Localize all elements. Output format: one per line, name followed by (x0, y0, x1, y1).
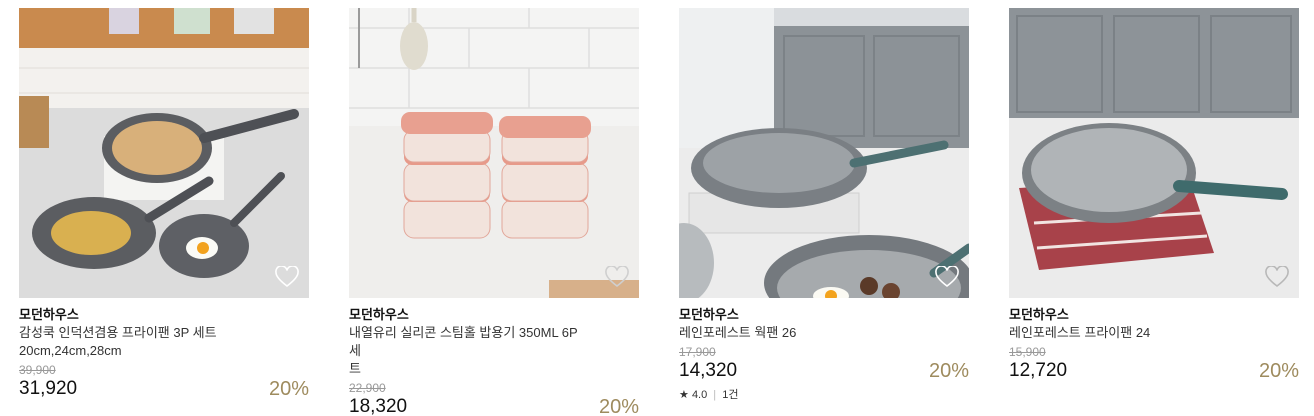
product-name-line[interactable]: 감성쿡 인덕션겸용 프라이팬 3P 세트 (19, 324, 259, 342)
product-name-line[interactable]: 트 (349, 360, 589, 378)
product-info: 모던하우스 레인포레스트 프라이팬 24 15,900 12,720 20% (1009, 298, 1299, 383)
product-card[interactable]: 모던하우스 내열유리 실리콘 스팀홀 밥용기 350ML 6P세 트 22,90… (349, 8, 639, 416)
wishlist-heart-icon[interactable] (1265, 266, 1289, 288)
price-row: 14,320 20% (679, 359, 969, 383)
price-row: 18,320 20% (349, 395, 639, 416)
sale-price: 12,720 (1009, 360, 1068, 381)
price-row: 12,720 20% (1009, 359, 1299, 383)
brand-name: 모던하우스 (19, 307, 79, 322)
frying-pan-photo (1009, 8, 1299, 298)
sale-price: 14,320 (679, 360, 738, 381)
brand-name: 모던하우스 (679, 307, 739, 322)
product-image[interactable] (1009, 8, 1299, 298)
star-icon: ★ (679, 389, 689, 401)
product-info: 모던하우스 내열유리 실리콘 스팀홀 밥용기 350ML 6P세 트 22,90… (349, 298, 639, 416)
product-card[interactable]: 모던하우스 레인포레스트 웍팬 26 17,900 14,320 20% ★ 4… (679, 8, 969, 402)
original-price: 15,900 (1009, 345, 1046, 359)
frying-pan-set-photo (19, 8, 309, 298)
rating-score: 4.0 (691, 389, 708, 401)
product-name[interactable]: 내열유리 실리콘 스팀홀 밥용기 350ML 6P세 트 (349, 324, 589, 378)
product-info: 모던하우스 감성쿡 인덕션겸용 프라이팬 3P 세트 20cm,24cm,28c… (19, 298, 309, 401)
product-name-line[interactable]: 레인포레스트 프라이팬 24 (1009, 324, 1249, 342)
product-name-line[interactable]: 내열유리 실리콘 스팀홀 밥용기 350ML 6P세 (349, 324, 589, 360)
wishlist-heart-icon[interactable] (605, 266, 629, 288)
discount-rate: 20% (268, 378, 309, 400)
product-name[interactable]: 레인포레스트 프라이팬 24 (1009, 324, 1249, 342)
rating-divider: | (713, 389, 717, 401)
rating-summary: ★ 4.0 | 1건 (679, 388, 969, 402)
wok-pan-photo (679, 8, 969, 298)
original-price: 39,900 (19, 363, 56, 377)
product-name[interactable]: 감성쿡 인덕션겸용 프라이팬 3P 세트 20cm,24cm,28cm (19, 324, 259, 360)
price-row: 31,920 20% (19, 377, 309, 401)
discount-rate: 20% (1258, 360, 1299, 382)
product-name-line[interactable]: 20cm,24cm,28cm (19, 342, 259, 360)
product-grid: 모던하우스 감성쿡 인덕션겸용 프라이팬 3P 세트 20cm,24cm,28c… (0, 0, 1314, 416)
wishlist-heart-icon[interactable] (935, 266, 959, 288)
product-image[interactable] (679, 8, 969, 298)
product-image[interactable] (19, 8, 309, 298)
sale-price: 31,920 (19, 378, 78, 399)
discount-rate: 20% (928, 360, 969, 382)
original-price: 17,900 (679, 345, 716, 359)
discount-rate: 20% (598, 396, 639, 416)
review-count: 1건 (722, 389, 739, 401)
product-image[interactable] (349, 8, 639, 298)
product-card[interactable]: 모던하우스 감성쿡 인덕션겸용 프라이팬 3P 세트 20cm,24cm,28c… (19, 8, 309, 401)
wishlist-heart-icon[interactable] (275, 266, 299, 288)
product-card[interactable]: 모던하우스 레인포레스트 프라이팬 24 15,900 12,720 20% (1009, 8, 1299, 383)
sale-price: 18,320 (349, 396, 408, 416)
brand-name: 모던하우스 (1009, 307, 1069, 322)
brand-name: 모던하우스 (349, 307, 409, 322)
glass-containers-photo (349, 8, 639, 298)
product-name[interactable]: 레인포레스트 웍팬 26 (679, 324, 919, 342)
product-name-line[interactable]: 레인포레스트 웍팬 26 (679, 324, 919, 342)
original-price: 22,900 (349, 381, 386, 395)
product-info: 모던하우스 레인포레스트 웍팬 26 17,900 14,320 20% ★ 4… (679, 298, 969, 402)
